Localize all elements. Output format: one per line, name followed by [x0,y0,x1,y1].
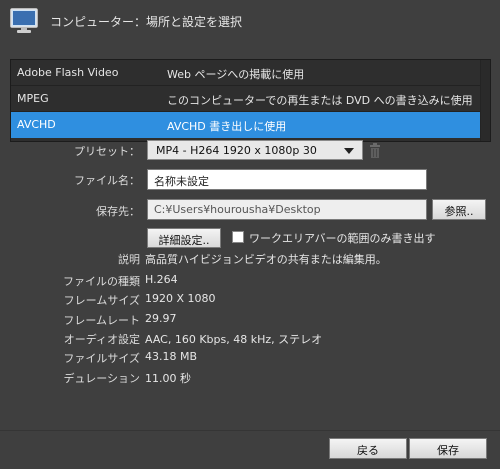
preset-label: プリセット： [74,145,140,158]
save-button[interactable]: 保存 [409,438,487,459]
detail-value: H.264 [145,273,178,286]
footer-divider [0,430,500,431]
preset-dropdown[interactable]: MP4 - H264 1920 x 1080p 30 [147,140,363,160]
detail-value: 29.97 [145,312,177,325]
header: コンピューター：場所と設定を選択 [0,0,500,44]
format-description: このコンピューターでの再生または DVD への書き込みに使用 [167,94,473,107]
detail-value: 43.18 MB [145,350,198,363]
detail-label: 説明 [118,253,140,266]
format-description: AVCHD 書き出しに使用 [167,120,287,133]
filename-field[interactable]: 名称未設定 [147,169,427,190]
detail-label: フレームレート [63,314,140,327]
monitor-icon [10,8,38,33]
detail-value: 1920 X 1080 [145,292,216,305]
page-title: コンピューター：場所と設定を選択 [50,15,243,29]
format-item-mpeg[interactable]: MPEG このコンピューターでの再生または DVD への書き込みに使用 [11,86,490,112]
back-button[interactable]: 戻る [329,438,407,459]
trash-icon[interactable] [369,143,381,159]
preset-value: MP4 - H264 1920 x 1080p 30 [156,144,317,157]
format-description: Web ページへの掲載に使用 [167,68,305,81]
work-area-checkbox-label: ワークエリアバーの範囲のみ書き出す [249,232,436,245]
chevron-down-icon [344,148,354,154]
format-name: AVCHD [17,118,56,131]
detail-label: ファイルサイズ [63,352,140,365]
detail-label: ファイルの種類 [63,275,140,288]
filename-label: ファイル名： [74,174,140,187]
work-area-checkbox[interactable] [232,231,244,243]
detail-label: フレームサイズ [63,294,140,307]
detail-label: オーディオ設定 [63,333,140,346]
format-list[interactable]: Adobe Flash Video Web ページへの掲載に使用 MPEG この… [10,59,491,142]
advanced-settings-button[interactable]: 詳細設定.. [147,228,221,248]
list-scrollbar[interactable] [480,60,490,141]
detail-value: 高品質ハイビジョンビデオの共有または編集用。 [145,253,387,266]
format-item-flash[interactable]: Adobe Flash Video Web ページへの掲載に使用 [11,60,490,86]
save-location-field[interactable]: C:¥Users¥hourousha¥Desktop [147,199,427,220]
browse-button[interactable]: 参照.. [432,199,486,220]
detail-value: 11.00 秒 [145,372,191,385]
save-location-label: 保存先： [96,205,140,218]
format-item-avchd[interactable]: AVCHD AVCHD 書き出しに使用 [11,112,490,138]
detail-value: AAC, 160 Kbps, 48 kHz, ステレオ [145,333,323,346]
detail-label: デュレーション [63,372,140,385]
format-name: MPEG [17,92,49,105]
format-name: Adobe Flash Video [17,66,119,79]
